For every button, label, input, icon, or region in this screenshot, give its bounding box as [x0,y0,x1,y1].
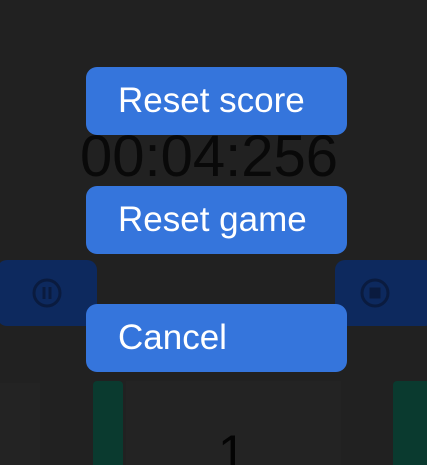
cancel-button[interactable]: Cancel [86,304,347,372]
reset-game-button[interactable]: Reset game [86,186,347,254]
app-screen: 00:04:256 1 Reset score Reset game Cance… [0,0,427,465]
reset-score-button[interactable]: Reset score [86,67,347,135]
